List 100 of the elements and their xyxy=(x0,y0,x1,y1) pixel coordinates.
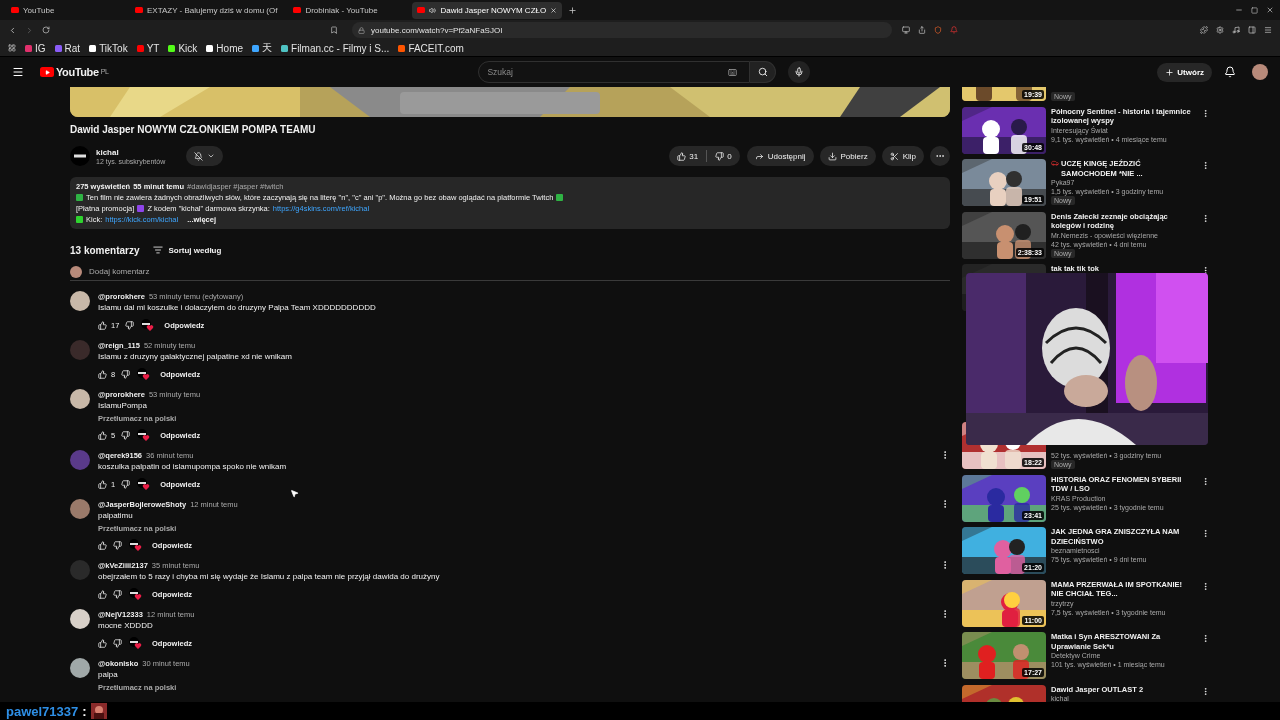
dislike-button[interactable]: 0 xyxy=(707,146,740,166)
video-title: Dawid Jasper NOWYM CZŁONKIEM POMPA TEAMU xyxy=(70,124,317,137)
bookmark-item[interactable]: FACEIT.com xyxy=(398,42,464,54)
thumbs-down-icon xyxy=(113,589,122,599)
dots-icon xyxy=(1201,161,1210,170)
apps-icon[interactable] xyxy=(8,44,16,52)
close-icon[interactable] xyxy=(550,6,558,14)
keyboard-icon[interactable] xyxy=(728,68,738,77)
avatar-icon[interactable] xyxy=(70,609,90,629)
sidebar-icon[interactable] xyxy=(1248,26,1256,34)
avatar-icon[interactable] xyxy=(70,658,90,678)
bell-off-icon xyxy=(194,151,203,161)
maximize-icon[interactable] xyxy=(1251,6,1258,14)
speaker-icon xyxy=(429,6,437,14)
more-button[interactable] xyxy=(1201,581,1210,591)
address-bar[interactable]: youtube.com/watch?v=Pf2aNFaSJOI xyxy=(352,22,892,38)
dislike-button[interactable] xyxy=(121,369,131,379)
bookmark-item[interactable]: 天 xyxy=(252,41,273,55)
channel-logo[interactable] xyxy=(70,146,90,166)
browser-tab[interactable]: Drobiniak - YouTube xyxy=(288,1,407,19)
bookmark-item[interactable]: TikTok xyxy=(89,42,128,54)
thumbs-down-icon xyxy=(715,151,725,161)
more-button[interactable] xyxy=(1201,213,1210,223)
thumbs-down-icon xyxy=(113,638,122,648)
thumbs-up-icon xyxy=(98,540,107,550)
dislike-button[interactable] xyxy=(125,320,135,330)
channel-name[interactable]: kichal xyxy=(96,147,186,157)
avatar-icon[interactable] xyxy=(70,291,90,311)
bookmark-item[interactable]: YT xyxy=(136,42,160,54)
menu-icon[interactable] xyxy=(12,66,24,78)
bookmark-icon[interactable] xyxy=(330,26,338,34)
like-button[interactable]: 31 xyxy=(669,146,707,166)
download-button[interactable]: Pobierz xyxy=(819,146,876,166)
chat-username: pawel71337 xyxy=(6,703,79,719)
thumbs-down-icon xyxy=(121,369,131,379)
clip-button[interactable]: Klip xyxy=(881,146,924,166)
search-field[interactable]: Szukaj xyxy=(478,61,751,83)
more-button[interactable] xyxy=(1201,266,1210,275)
avatar-icon[interactable] xyxy=(70,389,90,409)
dislike-button[interactable] xyxy=(113,638,122,648)
more-button[interactable] xyxy=(1201,686,1210,696)
more-button[interactable] xyxy=(1201,476,1210,486)
bookmark-item[interactable]: Rat xyxy=(54,42,81,54)
dislike-button[interactable] xyxy=(121,479,131,489)
share-button[interactable]: Udostępnij xyxy=(746,146,814,166)
dislike-button[interactable] xyxy=(121,430,131,440)
browser-tab[interactable]: YouTube xyxy=(6,1,124,19)
more-button[interactable] xyxy=(1201,634,1210,643)
more-button[interactable] xyxy=(930,146,950,166)
dots-icon xyxy=(1201,686,1210,696)
cursor-icon xyxy=(290,489,299,498)
url-text: youtube.com/watch?v=Pf2aNFaSJOI xyxy=(371,25,503,35)
new-tab-icon[interactable] xyxy=(568,5,578,15)
share-icon[interactable] xyxy=(918,26,926,34)
thumbs-down-icon xyxy=(121,430,131,440)
close-icon[interactable] xyxy=(1266,6,1274,14)
like-button[interactable] xyxy=(98,540,107,550)
music-icon[interactable] xyxy=(1232,26,1240,34)
screen-icon[interactable] xyxy=(902,26,910,34)
chevron-down-icon xyxy=(207,152,215,160)
dislike-button[interactable] xyxy=(113,589,122,599)
more-button[interactable] xyxy=(1201,161,1210,170)
comment-count: 13 komentarzy xyxy=(70,244,140,256)
reload-icon[interactable] xyxy=(42,26,50,34)
back-icon[interactable] xyxy=(8,25,17,35)
create-button[interactable]: Utwórz xyxy=(1157,62,1212,82)
thumbs-up-icon xyxy=(98,638,107,648)
lock-icon xyxy=(358,26,365,34)
sort-button[interactable]: Sortuj według xyxy=(153,245,222,255)
thumbs-up-icon xyxy=(98,320,107,330)
dots-icon xyxy=(1201,213,1210,223)
comment-text: mocne XDDDD xyxy=(98,620,154,632)
thumbs-up-icon xyxy=(98,589,107,599)
bookmark-item[interactable]: Home xyxy=(206,42,244,54)
play-icon xyxy=(40,67,54,77)
mic-button[interactable] xyxy=(788,61,811,83)
comment-field[interactable]: Dodaj komentarz xyxy=(89,267,289,276)
shield-icon[interactable] xyxy=(934,26,942,34)
thumbs-up-icon xyxy=(677,151,687,161)
search-button[interactable] xyxy=(750,61,777,83)
like-button[interactable] xyxy=(98,589,107,599)
bookmark-item[interactable]: Kick xyxy=(168,42,198,54)
bookmark-item[interactable]: IG xyxy=(25,42,46,54)
dots-icon xyxy=(1201,476,1210,486)
browser-tab[interactable]: Dawid Jasper NOWYM CZŁO xyxy=(412,1,563,19)
sort-icon xyxy=(153,245,164,255)
settings-icon[interactable] xyxy=(1216,26,1224,34)
dots-icon xyxy=(1201,581,1210,591)
bookmark-item[interactable]: Filman.cc - Filmy i S... xyxy=(281,42,390,54)
puzzle-icon[interactable] xyxy=(1200,26,1208,34)
arrow-icon xyxy=(754,151,764,161)
more-button[interactable] xyxy=(1201,108,1210,118)
mic-icon xyxy=(794,67,805,77)
notification-button[interactable] xyxy=(186,146,223,166)
avatar-icon[interactable] xyxy=(1252,64,1268,80)
bell-icon[interactable] xyxy=(1224,66,1236,78)
browser-tab[interactable]: EXTAZY - Balujemy dziś w domu (Of xyxy=(130,1,283,19)
dislike-button[interactable] xyxy=(113,540,122,550)
like-button[interactable] xyxy=(98,638,107,648)
more-button[interactable] xyxy=(1201,529,1210,538)
